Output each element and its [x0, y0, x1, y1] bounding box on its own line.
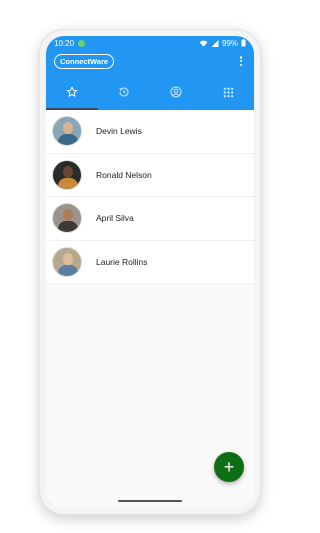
battery-icon	[241, 39, 246, 47]
more-options-icon[interactable]	[236, 55, 246, 67]
avatar	[52, 203, 82, 234]
toolbar: ConnectWare	[46, 50, 254, 72]
favorites-list: Devin Lewis Ronald Nelson April Silva La…	[46, 110, 254, 284]
signal-icon	[211, 39, 219, 47]
contact-name: Devin Lewis	[96, 126, 142, 137]
phone-screen: 10:20 99% ConnectWare Devin Lewis Ronald…	[46, 36, 254, 508]
avatar	[52, 116, 82, 147]
grid-icon	[223, 87, 233, 97]
tab-dialpad[interactable]	[202, 74, 254, 110]
person-icon	[170, 86, 182, 98]
contact-row[interactable]: Ronald Nelson	[46, 154, 254, 197]
contact-row[interactable]: Devin Lewis	[46, 110, 254, 154]
contact-name: Ronald Nelson	[96, 169, 152, 180]
status-bar: 10:20 99%	[46, 36, 254, 50]
status-time: 10:20	[54, 38, 75, 48]
contact-name: Laurie Rollins	[96, 256, 148, 267]
contact-name: April Silva	[96, 213, 134, 224]
battery-level: 99%	[221, 38, 238, 48]
history-icon	[119, 87, 129, 97]
add-contact-button[interactable]: +	[214, 452, 244, 482]
avatar	[52, 246, 82, 277]
tab-favorites[interactable]	[46, 74, 98, 110]
app-bar: 10:20 99% ConnectWare	[46, 36, 254, 110]
star-icon	[66, 86, 78, 97]
tab-recents[interactable]	[98, 74, 150, 110]
tab-contacts[interactable]	[150, 74, 202, 110]
wifi-icon	[199, 40, 208, 47]
phone-frame: 10:20 99% ConnectWare Devin Lewis Ronald…	[40, 30, 260, 514]
brand-badge[interactable]: ConnectWare	[54, 53, 115, 69]
contact-row[interactable]: Laurie Rollins	[46, 241, 254, 284]
home-indicator[interactable]	[118, 500, 182, 502]
avatar	[52, 159, 82, 190]
tab-bar	[46, 74, 254, 110]
notification-dot-icon	[78, 39, 86, 47]
contact-row[interactable]: April Silva	[46, 197, 254, 241]
